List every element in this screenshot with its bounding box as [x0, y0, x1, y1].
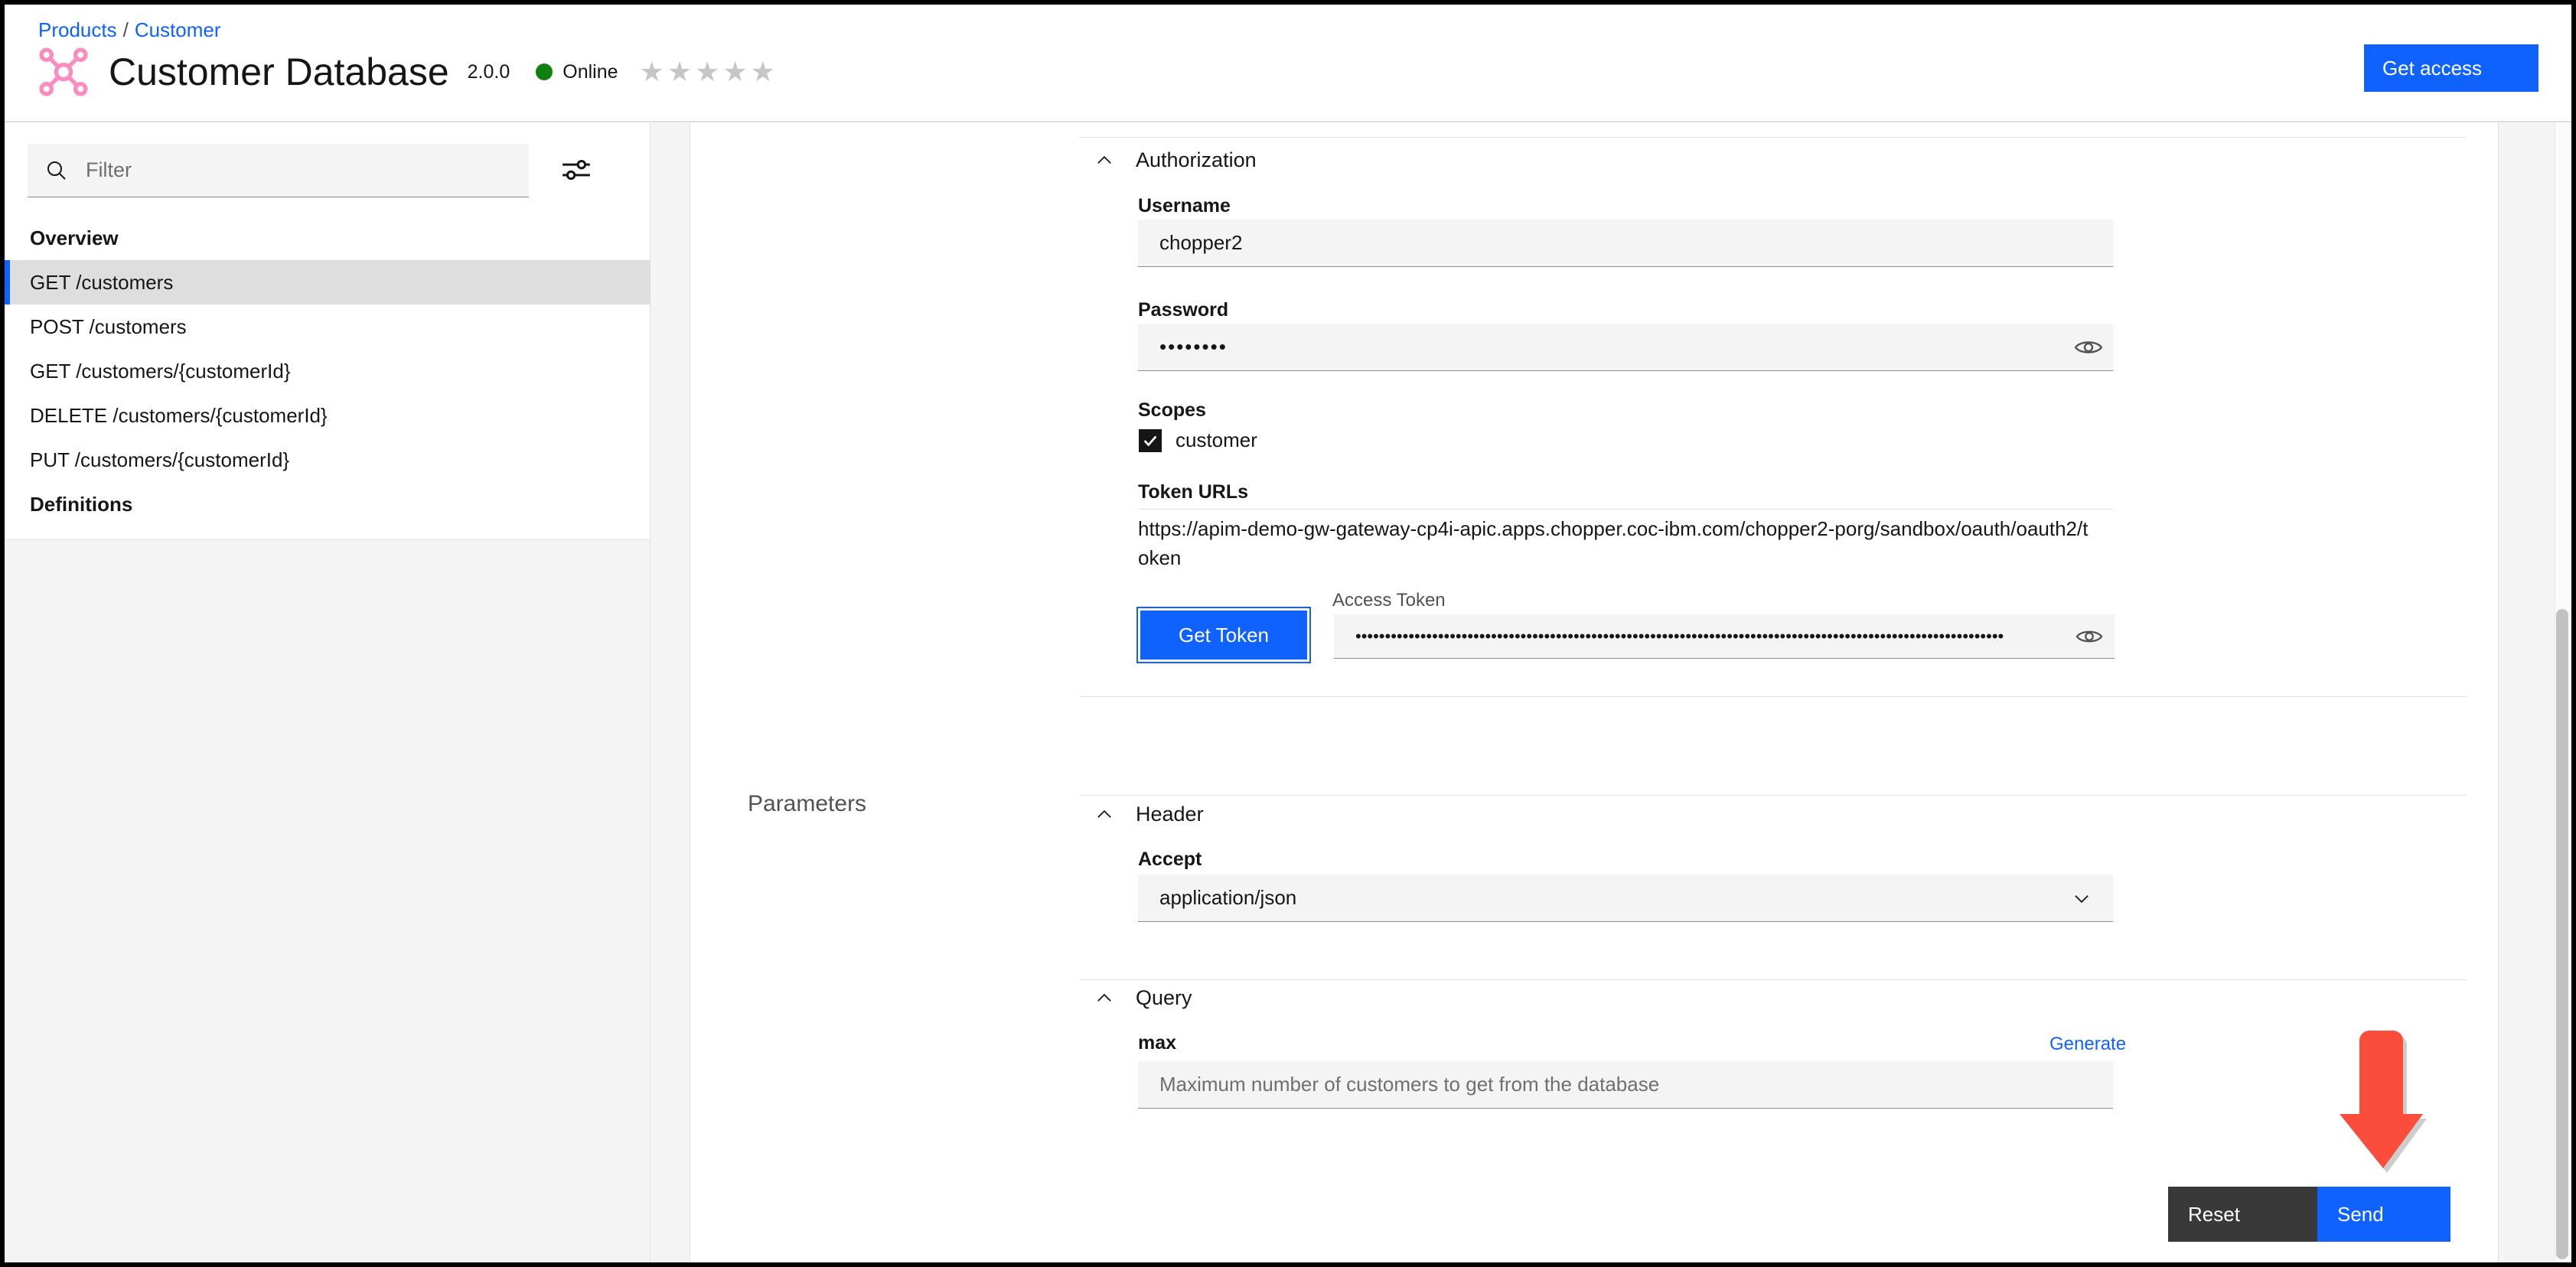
breadcrumb-products[interactable]: Products — [38, 18, 117, 41]
star-icon[interactable]: ★ — [722, 58, 747, 86]
accept-select-value: application/json — [1159, 886, 1297, 909]
scope-customer-checkbox[interactable] — [1139, 428, 1162, 452]
version-label: 2.0.0 — [467, 60, 510, 83]
star-icon[interactable]: ★ — [640, 58, 664, 86]
parameters-label: Parameters — [748, 791, 867, 816]
reset-button[interactable]: Reset — [2168, 1187, 2317, 1242]
divider-authorization-bottom — [1080, 696, 2467, 697]
breadcrumb: Products / Customer — [38, 18, 221, 41]
chevron-up-icon — [1097, 809, 1111, 818]
password-reveal-button[interactable] — [2071, 330, 2106, 365]
max-label: max — [1138, 1032, 1177, 1054]
node-graph-icon — [39, 47, 88, 96]
filter-input[interactable] — [86, 155, 499, 186]
chevron-up-icon — [1097, 993, 1111, 1002]
filter-settings-button[interactable] — [558, 151, 595, 188]
star-icon[interactable]: ★ — [667, 58, 692, 86]
eye-icon — [2074, 341, 2103, 353]
sliders-icon — [562, 159, 590, 181]
header-group-toggle[interactable]: Header — [1094, 803, 1204, 826]
sidebar-item-label: Definitions — [30, 492, 133, 516]
red-arrow-annotation — [2340, 1031, 2427, 1173]
sidebar: Overview GET /customers POST /customers … — [5, 122, 650, 1262]
sidebar-nav: Overview GET /customers POST /customers … — [5, 216, 650, 526]
checkmark-icon — [1143, 435, 1157, 447]
sidebar-item-label: POST /customers — [30, 314, 187, 338]
access-token-label: Access Token — [1332, 590, 1446, 611]
username-label: Username — [1138, 195, 1231, 217]
header-group-label: Header — [1136, 803, 1204, 826]
filter-row — [28, 144, 627, 199]
page-header: Products / Customer Customer Database 2.0.… — [5, 5, 2571, 122]
send-button[interactable]: Send — [2317, 1187, 2450, 1242]
scope-customer-row[interactable]: customer — [1139, 428, 1257, 452]
sidebar-panel: Overview GET /customers POST /customers … — [5, 122, 650, 540]
token-url-value: https://apim-demo-gw-gateway-cp4i-apic.a… — [1138, 517, 2089, 569]
authorization-section-toggle[interactable]: Authorization — [1094, 148, 1257, 172]
get-token-button[interactable]: Get Token — [1136, 607, 1311, 663]
sidebar-item-get-customer-by-id[interactable]: GET /customers/{customerId} — [5, 349, 650, 393]
divider-top — [1080, 137, 2467, 138]
password-input[interactable] — [1138, 324, 2113, 371]
api-explorer-window: Products / Customer Customer Database 2.0.… — [5, 5, 2571, 1262]
max-input[interactable] — [1138, 1061, 2113, 1109]
status-dot-icon — [536, 64, 553, 80]
breadcrumb-separator: / — [122, 18, 129, 41]
sidebar-item-put-customer-by-id[interactable]: PUT /customers/{customerId} — [5, 438, 650, 482]
divider-parameters-top — [1080, 795, 2467, 796]
accept-select[interactable]: application/json — [1138, 875, 2113, 922]
accept-label: Accept — [1138, 848, 1202, 870]
content-gutter-left — [650, 122, 690, 1262]
query-group-toggle[interactable]: Query — [1094, 986, 1192, 1010]
sidebar-item-get-customers[interactable]: GET /customers — [5, 260, 650, 305]
token-urls-label: Token URLs — [1138, 481, 1248, 503]
scopes-label: Scopes — [1138, 399, 1206, 421]
sidebar-item-label: GET /customers — [30, 270, 174, 294]
access-token-reveal-button[interactable] — [2072, 619, 2107, 654]
sidebar-item-label: Overview — [30, 226, 119, 249]
access-token-input[interactable] — [1334, 614, 2115, 659]
sidebar-item-label: PUT /customers/{customerId} — [30, 448, 290, 471]
scope-customer-label: customer — [1176, 428, 1257, 451]
password-label: Password — [1138, 299, 1229, 321]
status-label: Online — [562, 60, 618, 83]
star-icon[interactable]: ★ — [751, 58, 775, 86]
filter-field[interactable] — [28, 144, 529, 197]
eye-icon — [2075, 630, 2103, 643]
generate-link[interactable]: Generate — [2049, 1034, 2126, 1055]
page-title: Customer Database — [109, 50, 449, 93]
search-icon — [47, 161, 66, 180]
authorization-section-label: Authorization — [1136, 148, 1257, 171]
divider-query-top — [1080, 979, 2467, 980]
sidebar-item-delete-customer-by-id[interactable]: DELETE /customers/{customerId} — [5, 393, 650, 438]
token-urls-underline — [1138, 509, 2113, 510]
chevron-down-icon — [2075, 894, 2089, 903]
star-icon[interactable]: ★ — [695, 58, 719, 86]
sidebar-item-definitions[interactable]: Definitions — [5, 482, 650, 526]
sidebar-item-post-customers[interactable]: POST /customers — [5, 305, 650, 349]
title-row: Customer Database 2.0.0 Online ★ ★ ★ ★ ★ — [38, 47, 775, 97]
username-input[interactable] — [1138, 220, 2113, 267]
get-access-button[interactable]: Get access — [2364, 44, 2539, 92]
sidebar-item-label: GET /customers/{customerId} — [30, 359, 291, 383]
main-scrollbar-thumb[interactable] — [2556, 609, 2568, 1259]
rating-stars[interactable]: ★ ★ ★ ★ ★ — [640, 58, 775, 86]
sidebar-item-overview[interactable]: Overview — [5, 216, 650, 260]
sidebar-item-label: DELETE /customers/{customerId} — [30, 403, 328, 427]
status-badge: Online — [536, 61, 618, 83]
breadcrumb-customer[interactable]: Customer — [135, 18, 221, 41]
chevron-up-icon — [1097, 155, 1111, 164]
query-group-label: Query — [1136, 986, 1192, 1009]
